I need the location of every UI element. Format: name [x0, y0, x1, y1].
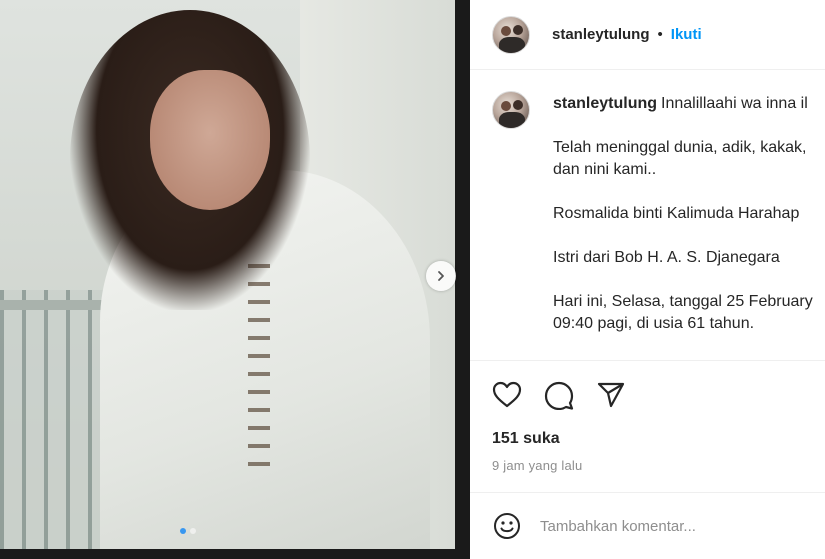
caption-line: Hari ini, Selasa, tanggal 25 February	[553, 293, 813, 310]
add-comment-bar	[470, 492, 825, 559]
caption-area: stanleytulung Innalillaahi wa inna il Tel…	[470, 71, 825, 361]
post-header: stanleytulung • Ikuti	[470, 0, 825, 70]
caption-line: Innalillaahi wa inna il	[661, 95, 808, 112]
post-photo[interactable]	[0, 0, 455, 549]
action-bar	[490, 378, 628, 412]
avatar[interactable]	[492, 15, 530, 54]
carousel-dots	[180, 528, 196, 534]
carousel-dot	[190, 528, 196, 534]
media-area	[0, 0, 470, 559]
comment-button[interactable]	[542, 378, 576, 412]
chevron-right-icon	[438, 271, 444, 281]
caption-username[interactable]: stanleytulung	[553, 95, 657, 112]
next-slide-button[interactable]	[426, 261, 456, 291]
caption-text: stanleytulung Innalillaahi wa inna il Tel…	[553, 93, 825, 335]
heart-icon	[492, 381, 522, 408]
comment-input[interactable]	[540, 517, 780, 535]
likes-count[interactable]: 151 suka	[492, 430, 560, 448]
comment-bubble-icon	[544, 381, 574, 410]
caption-line: Rosmalida binti Kalimuda Harahap	[553, 205, 800, 222]
caption-avatar[interactable]	[492, 91, 530, 129]
header-separator: •	[657, 26, 663, 43]
caption-line: dan nini kami..	[553, 161, 657, 178]
caption-line: Istri dari Bob H. A. S. Djanegara	[553, 249, 780, 266]
like-button[interactable]	[490, 378, 524, 412]
carousel-dot-active	[180, 528, 186, 534]
follow-button[interactable]: Ikuti	[671, 26, 702, 43]
caption-line: Telah meninggal dunia, adik, kakak,	[553, 139, 807, 156]
emoji-button[interactable]	[492, 511, 522, 541]
smiley-icon	[494, 513, 520, 539]
share-button[interactable]	[594, 378, 628, 412]
post-timestamp[interactable]: 9 jam yang lalu	[492, 458, 582, 473]
caption-line: 09:40 pagi, di usia 61 tahun.	[553, 315, 755, 332]
paper-plane-icon	[597, 382, 625, 408]
header-username[interactable]: stanleytulung	[552, 26, 650, 43]
photo-face	[150, 70, 270, 210]
post-details-panel: stanleytulung • Ikuti stanleytulung Innal…	[470, 0, 825, 559]
